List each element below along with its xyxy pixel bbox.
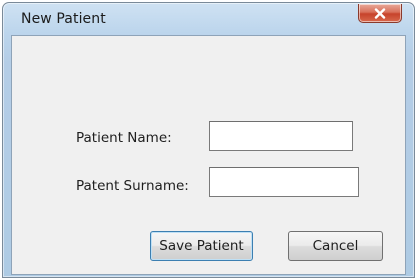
title-bar[interactable]: New Patient bbox=[3, 3, 414, 35]
dialog-content: Patient Name: Patent Surname: Save Patie… bbox=[11, 35, 406, 275]
close-button[interactable] bbox=[358, 4, 402, 23]
window-title: New Patient bbox=[21, 11, 106, 27]
patient-name-input[interactable] bbox=[209, 121, 353, 151]
save-patient-button[interactable]: Save Patient bbox=[150, 231, 253, 261]
cancel-button[interactable]: Cancel bbox=[288, 231, 383, 261]
close-icon bbox=[374, 7, 386, 19]
patient-name-label: Patient Name: bbox=[76, 130, 172, 146]
patient-surname-input[interactable] bbox=[209, 167, 359, 197]
patient-surname-label: Patent Surname: bbox=[76, 178, 189, 194]
dialog-window: New Patient Patient Name: Patent Surname… bbox=[2, 2, 415, 278]
